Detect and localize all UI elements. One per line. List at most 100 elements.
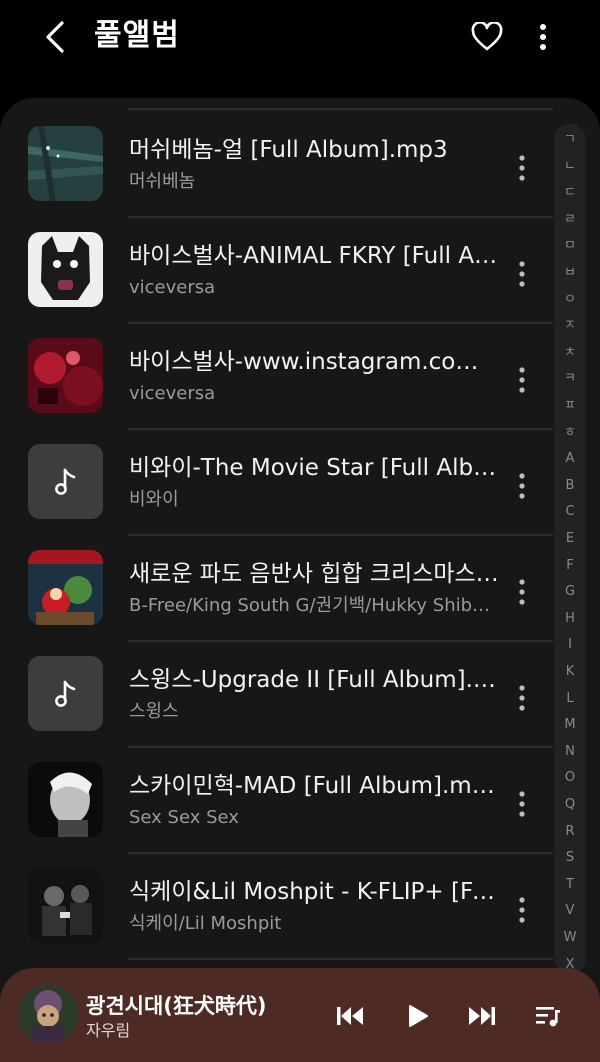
index-letter[interactable]: F (554, 558, 586, 574)
track-title: 바이스벌사-www.instagram.com [Full Album].mp3 (129, 349, 499, 375)
index-letter[interactable]: ㅎ (554, 425, 586, 441)
music-note-icon (54, 680, 75, 707)
kebab-menu-icon (519, 897, 525, 923)
index-letter[interactable]: ㅈ (554, 318, 586, 334)
index-letter[interactable]: M (554, 717, 586, 733)
index-letter[interactable]: L (554, 691, 586, 707)
divider (128, 958, 553, 960)
track-row[interactable]: 비와이-The Movie Star [Full Album].mp3 비와이 (0, 430, 555, 536)
index-letter[interactable]: E (554, 531, 586, 547)
music-note-icon (54, 468, 75, 495)
album-art (28, 126, 103, 201)
page-title: 풀앨범 (94, 18, 180, 53)
index-letter[interactable]: ㄱ (554, 132, 586, 148)
index-letter[interactable]: O (554, 770, 586, 786)
kebab-menu-icon (519, 791, 525, 817)
skip-next-icon (469, 1007, 495, 1025)
album-art (28, 338, 103, 413)
track-row[interactable]: 바이스벌사-ANIMAL FKRY [Full Album].mp3 viceve… (0, 218, 555, 324)
index-scrollbar[interactable]: ㄱㄴㄷㄹㅁㅂㅇㅈㅊㅋㅍㅎABCEFGHIKLMNOQRSTVWX (554, 124, 586, 974)
index-letter[interactable]: S (554, 850, 586, 866)
track-more-button[interactable] (508, 890, 536, 930)
now-playing-title: 광견시대(狂犬時代) (86, 994, 267, 1018)
back-button[interactable] (38, 18, 72, 56)
heart-outline-icon (471, 22, 503, 51)
index-letter[interactable]: K (554, 664, 586, 680)
index-letter[interactable]: I (554, 637, 586, 653)
track-row[interactable]: 새로운 파도 음반사 힙합 크리스마스 [Full Album].mp3 B-Fr… (0, 536, 555, 642)
kebab-menu-icon (519, 367, 525, 393)
track-list: 머쉬베놈-얼 [Full Album].mp3 머쉬베놈바이스벌사-ANIMAL … (0, 112, 555, 960)
track-title: 스윙스-Upgrade II [Full Album].mp3 (129, 667, 499, 693)
index-letter[interactable]: ㄷ (554, 185, 586, 201)
track-row[interactable]: 식케이&Lil Moshpit - K-FLIP+ [Full Album].m… (0, 854, 555, 960)
index-letter[interactable]: T (554, 877, 586, 893)
track-more-button[interactable] (508, 784, 536, 824)
index-letter[interactable]: H (554, 611, 586, 627)
previous-button[interactable] (330, 996, 370, 1036)
track-artist: B-Free/King South G/권기백/Hukky Shibaseki (129, 595, 499, 616)
play-icon (409, 1005, 428, 1027)
track-title: 비와이-The Movie Star [Full Album].mp3 (129, 455, 499, 481)
track-more-button[interactable] (508, 148, 536, 188)
index-letter[interactable]: B (554, 478, 586, 494)
next-button[interactable] (462, 996, 502, 1036)
track-more-button[interactable] (508, 466, 536, 506)
track-artist: 머쉬베놈 (129, 171, 196, 192)
favorite-button[interactable] (468, 18, 506, 56)
track-row[interactable]: 스윙스-Upgrade II [Full Album].mp3 스윙스 (0, 642, 555, 748)
index-letter[interactable]: ㅍ (554, 398, 586, 414)
album-art (28, 550, 103, 625)
track-artist: viceversa (129, 383, 216, 404)
now-playing-album-art (18, 984, 78, 1044)
kebab-menu-icon (519, 155, 525, 181)
track-title: 바이스벌사-ANIMAL FKRY [Full Album].mp3 (129, 243, 499, 269)
chevron-left-icon (46, 21, 64, 53)
index-letter[interactable]: ㅇ (554, 292, 586, 308)
track-row[interactable]: 바이스벌사-www.instagram.com [Full Album].mp3… (0, 324, 555, 430)
index-letter[interactable]: ㅋ (554, 371, 586, 387)
more-options-button[interactable] (528, 18, 558, 56)
album-art-placeholder (28, 656, 103, 731)
track-more-button[interactable] (508, 254, 536, 294)
index-letter[interactable]: ㅂ (554, 265, 586, 281)
index-letter[interactable]: Q (554, 797, 586, 813)
track-artist: 식케이/Lil Moshpit (129, 913, 282, 934)
index-letter[interactable]: W (554, 930, 586, 946)
index-letter[interactable]: V (554, 903, 586, 919)
index-letter[interactable]: C (554, 504, 586, 520)
track-title: 새로운 파도 음반사 힙합 크리스마스 [Full Album].mp3 (129, 561, 499, 587)
track-artist: Sex Sex Sex (129, 807, 239, 828)
kebab-menu-icon (519, 685, 525, 711)
track-row[interactable]: 스카이민혁-MAD [Full Album].mp3 Sex Sex Sex (0, 748, 555, 854)
track-more-button[interactable] (508, 572, 536, 612)
app-header: 풀앨범 (0, 0, 600, 75)
index-letter[interactable]: ㄹ (554, 212, 586, 228)
kebab-menu-icon (519, 579, 525, 605)
track-artist: 비와이 (129, 489, 179, 510)
album-art (28, 868, 103, 943)
index-letter[interactable]: ㄴ (554, 159, 586, 175)
index-letter[interactable]: A (554, 451, 586, 467)
kebab-menu-icon (519, 473, 525, 499)
album-art (28, 762, 103, 837)
kebab-menu-icon (519, 261, 525, 287)
index-letter[interactable]: R (554, 824, 586, 840)
queue-list-icon (536, 1007, 560, 1027)
track-more-button[interactable] (508, 678, 536, 718)
queue-button[interactable] (528, 996, 568, 1036)
album-art (28, 232, 103, 307)
index-letter[interactable]: G (554, 584, 586, 600)
index-letter[interactable]: ㅊ (554, 345, 586, 361)
track-title: 식케이&Lil Moshpit - K-FLIP+ [Full Album].m… (129, 879, 499, 905)
track-row[interactable]: 머쉬베놈-얼 [Full Album].mp3 머쉬베놈 (0, 112, 555, 218)
play-button[interactable] (398, 996, 438, 1036)
track-title: 스카이민혁-MAD [Full Album].mp3 (129, 773, 499, 799)
mini-player[interactable]: 광견시대(狂犬時代) 자우림 (0, 968, 600, 1062)
kebab-menu-icon (540, 24, 546, 50)
track-title: 머쉬베놈-얼 [Full Album].mp3 (129, 137, 448, 163)
index-letter[interactable]: N (554, 744, 586, 760)
index-letter[interactable]: ㅁ (554, 238, 586, 254)
album-art-placeholder (28, 444, 103, 519)
track-more-button[interactable] (508, 360, 536, 400)
